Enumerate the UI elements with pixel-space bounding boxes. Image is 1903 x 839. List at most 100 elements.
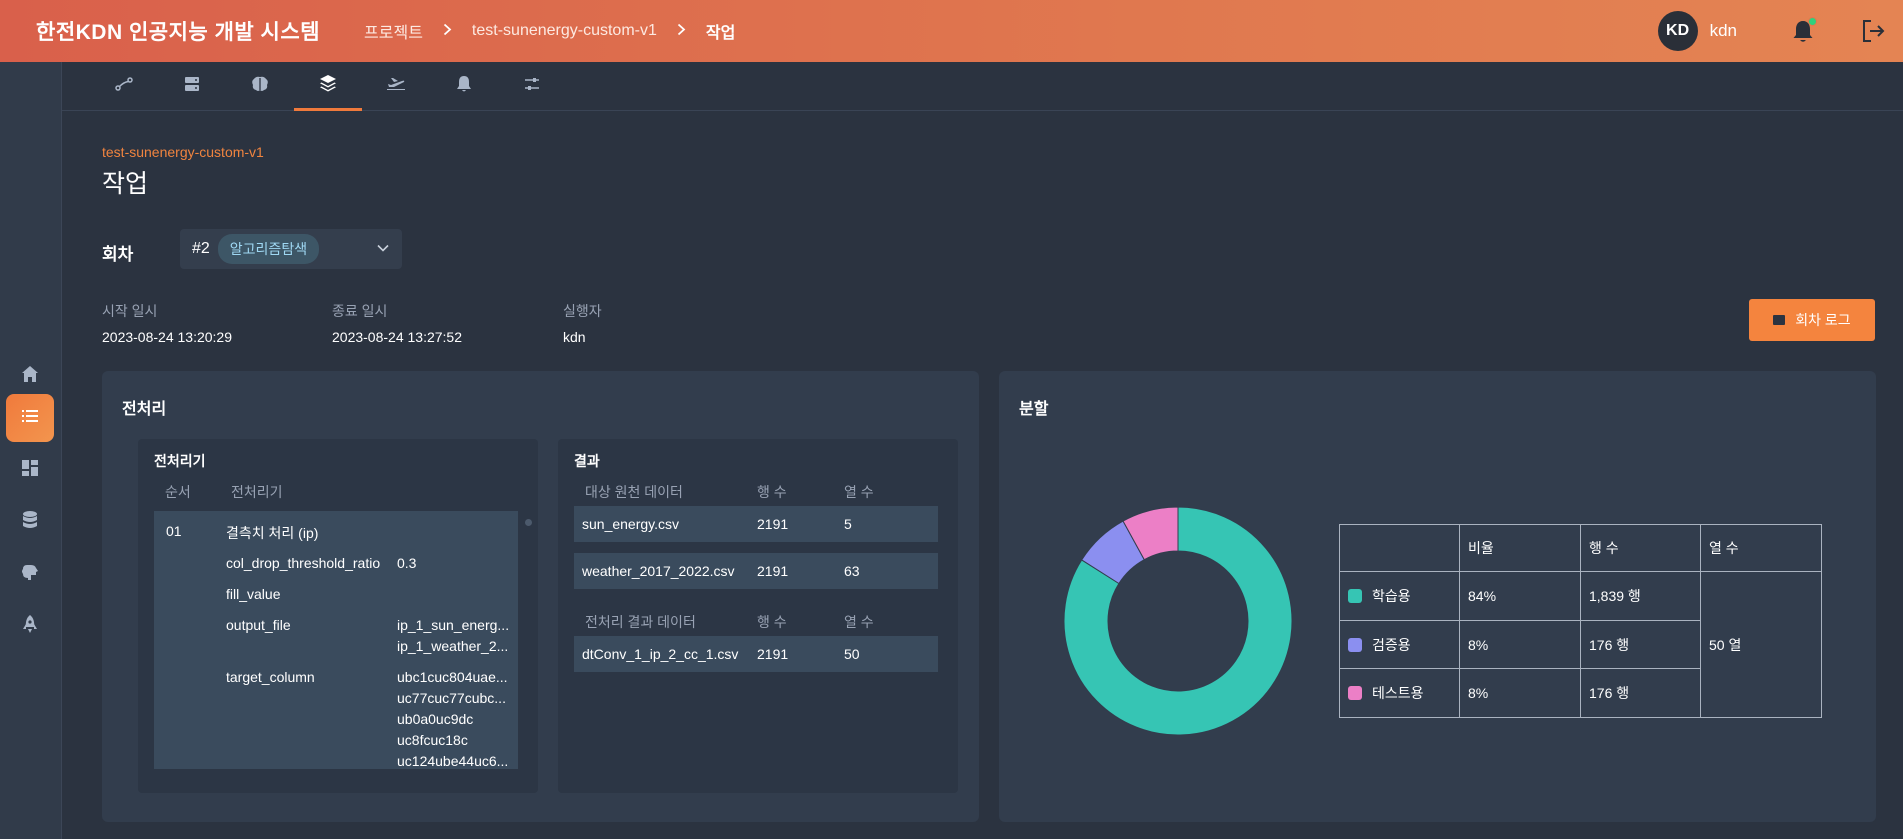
plane-icon [386,77,406,96]
tab-model[interactable] [226,62,294,111]
bell-icon [456,75,472,98]
round-log-label: 회차 로그 [1795,312,1851,328]
split-ratio: 8% [1459,620,1581,669]
runner-label: 실행자 [563,303,602,319]
round-log-button[interactable]: 회차 로그 [1749,299,1875,341]
dashboard-icon [21,459,39,482]
split-table: 비율 행 수 열 수 학습용 84% 1,839 행 50 열 검증용 8% 1… [1339,524,1822,718]
split-rows: 176 행 [1580,620,1701,669]
preprocessor-title: 전처리기 [154,453,206,469]
page-title: 작업 [102,170,149,198]
param-value: ip_1_weather_2... [397,638,509,654]
split-title: 분할 [1019,401,1049,418]
legend-swatch [1348,686,1362,700]
end-time-label: 종료 일시 [332,303,388,319]
chevron-down-icon [376,241,390,260]
rocket-icon [21,614,39,639]
scrollbar-thumb[interactable] [525,519,532,526]
logout-icon[interactable] [1859,17,1887,45]
legend-swatch [1348,589,1362,603]
tab-jobs[interactable] [294,62,362,111]
file-name: dtConv_1_ip_2_cc_1.csv [582,646,739,662]
runner: 실행자 kdn [563,301,602,345]
runner-value: kdn [563,329,586,345]
terminal-icon [1773,315,1786,325]
result-title: 결과 [574,453,600,469]
chevron-right-icon [443,23,452,40]
chevron-right-icon [677,23,686,40]
col-rows: 행 수 [757,484,787,500]
route-icon [115,77,133,96]
brain-icon [251,76,269,97]
brain-icon [20,563,40,586]
split-header-rows: 행 수 [1580,524,1701,572]
notification-bell-icon[interactable] [1789,17,1817,45]
tab-pipeline[interactable] [90,62,158,111]
start-time-value: 2023-08-24 13:20:29 [102,329,232,345]
round-select[interactable]: #2 알고리즘탐색 [180,229,402,269]
start-time-label: 시작 일시 [102,303,158,319]
param-key: col_drop_threshold_ratio [226,555,381,571]
param-key: output_file [226,617,291,633]
split-name: 테스트용 [1372,685,1424,701]
tab-settings[interactable] [498,62,566,111]
database-icon [21,510,39,535]
split-rows: 176 행 [1580,668,1701,718]
app-header: 한전KDN 인공지능 개발 시스템 프로젝트 test-sunenergy-cu… [0,0,1903,62]
param-key: target_column [226,669,315,685]
sliders-icon [524,76,540,97]
split-name-cell: 학습용 [1339,571,1460,621]
tab-deploy[interactable] [362,62,430,111]
preprocessor-panel: 전처리기 순서 전처리기 01 결측치 처리 (ip) col_drop_thr… [138,439,538,793]
table-row[interactable]: sun_energy.csv 2191 5 [574,506,938,542]
sidebar-item-home[interactable] [6,352,54,400]
breadcrumb: 프로젝트 test-sunenergy-custom-v1 작업 [364,19,735,43]
tab-server[interactable] [158,62,226,111]
split-rows: 1,839 행 [1580,571,1701,621]
split-name: 검증용 [1372,636,1411,653]
step-name: 결측치 처리 (ip) [226,525,319,541]
table-row[interactable]: dtConv_1_ip_2_cc_1.csv 2191 50 [574,636,938,672]
col-source-data: 대상 원천 데이터 [585,484,683,500]
result-panel: 결과 대상 원천 데이터 행 수 열 수 sun_energy.csv 2191… [558,439,958,793]
legend-swatch [1348,637,1362,652]
breadcrumb-current: 작업 [705,25,736,42]
col-cols: 열 수 [844,484,874,500]
col-count: 5 [844,516,852,532]
sidebar-item-deploy[interactable] [6,602,54,650]
sidebar-item-brain[interactable] [6,550,54,598]
preprocess-panel: 전처리 전처리기 순서 전처리기 01 결측치 처리 (ip) col_drop… [102,371,979,822]
app-title[interactable]: 한전KDN 인공지능 개발 시스템 [36,16,320,46]
param-value: uc8fcuc18c [397,732,468,748]
sidebar-item-database[interactable] [6,498,54,546]
row-count: 2191 [757,563,789,579]
step-number: 01 [166,523,182,539]
col-count: 50 [844,646,860,662]
breadcrumb-project[interactable]: test-sunenergy-custom-v1 [472,22,657,40]
home-icon [20,364,40,389]
param-key: fill_value [226,586,281,602]
table-row: 학습용 84% 1,839 행 50 열 [1339,571,1822,718]
split-name-cell: 테스트용 [1339,668,1460,718]
username[interactable]: kdn [1710,21,1737,41]
sidebar-item-list[interactable] [6,394,54,442]
notification-dot [1808,17,1817,26]
split-donut-chart [1063,506,1293,736]
avatar[interactable]: KD [1657,11,1698,51]
project-name: test-sunenergy-custom-v1 [102,144,264,160]
param-value: ub0a0uc9dc [397,711,474,727]
row-count: 2191 [757,516,789,532]
breadcrumb-projects[interactable]: 프로젝트 [364,19,423,43]
preprocessor-list[interactable]: 01 결측치 처리 (ip) col_drop_threshold_ratio … [154,511,518,769]
table-row[interactable]: weather_2017_2022.csv 2191 63 [574,553,938,589]
end-time: 종료 일시 2023-08-24 13:27:52 [332,301,462,345]
sidebar-item-dashboard[interactable] [6,446,54,494]
split-name-cell: 검증용 [1339,620,1460,669]
param-value: ubc1cuc804uae... [397,669,508,685]
tab-notifications[interactable] [430,62,498,111]
col-preprocessor: 전처리기 [231,484,283,500]
col-result-data: 전처리 결과 데이터 [585,614,696,630]
col-order: 순서 [165,484,191,500]
file-name: weather_2017_2022.csv [582,563,735,579]
list-icon [20,406,40,431]
